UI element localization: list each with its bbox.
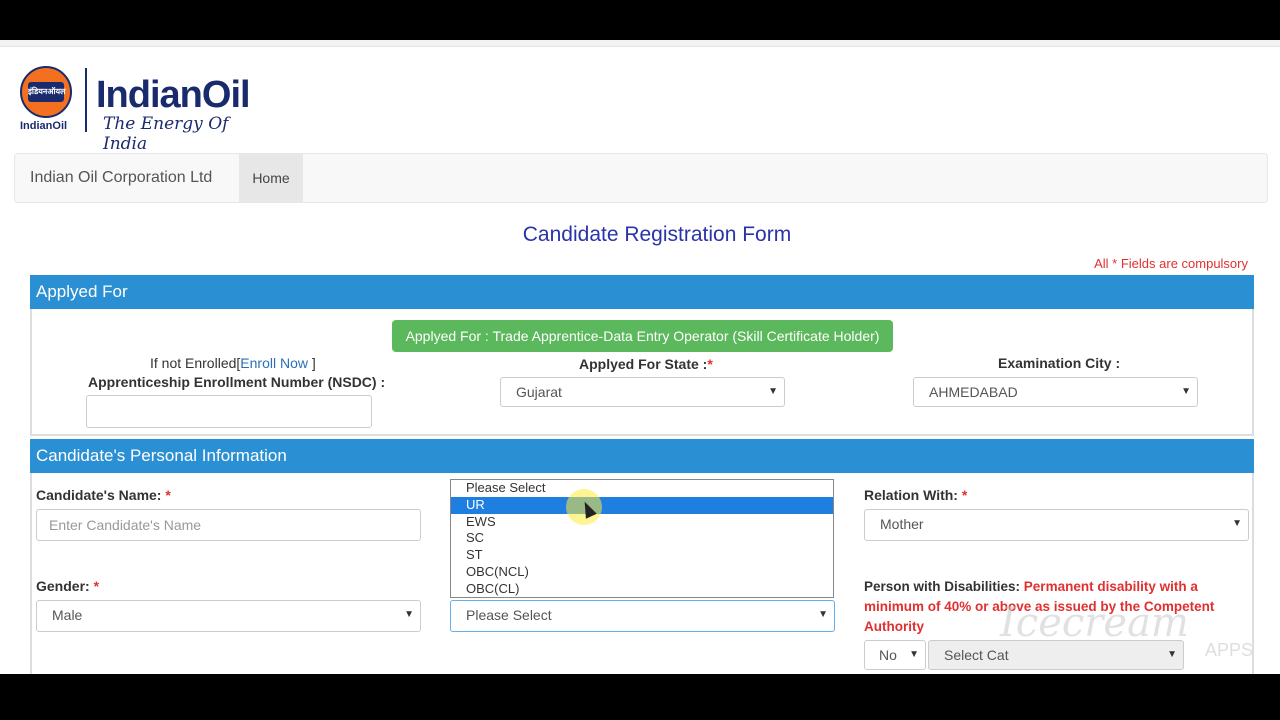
gender-value: Male [52,607,83,623]
indianoil-logo[interactable]: इंडियनऑयल IndianOil IndianOil The Energy… [18,64,268,154]
chevron-down-icon: ▼ [768,386,778,397]
chevron-down-icon: ▼ [909,649,919,660]
watermark-text: Icecream [1000,600,1189,646]
logo-emblem-text: इंडियनऑयल [28,82,66,102]
required-mark: * [707,356,713,372]
applied-for-header: Applyed For [30,275,1254,309]
enroll-now-link[interactable]: Enroll Now [240,355,308,371]
disability-category-value: Select Cat [944,647,1009,663]
browser-page: इंडियनऑयल IndianOil IndianOil The Energy… [0,40,1280,674]
relation-label: Relation With: * [864,487,968,503]
category-dropdown-list[interactable]: Please Select UR EWS SC ST OBC(NCL) OBC(… [450,479,834,598]
category-option[interactable]: OBC(CL) [451,581,833,598]
logo-tagline: The Energy Of India [103,114,229,154]
disability-select[interactable]: No ▼ [864,640,926,670]
navbar: Indian Oil Corporation Ltd Home [14,153,1268,203]
state-select[interactable]: Gujarat ▼ [500,377,785,407]
required-mark: * [165,487,171,503]
category-option[interactable]: UR [451,496,833,514]
gender-select[interactable]: Male ▼ [36,600,421,632]
logo-small-text: IndianOil [20,120,68,132]
disability-value: No [879,647,897,663]
enroll-prompt: If not Enrolled[Enroll Now ] [150,355,316,371]
category-option[interactable]: OBC(NCL) [451,564,833,581]
applied-for-badge: Applyed For : Trade Apprentice-Data Entr… [392,320,893,352]
logo-brand-text: IndianOil [96,74,251,116]
enroll-suffix: ] [307,355,316,371]
required-mark: * [93,578,100,594]
state-label: Applyed For State :* [579,356,713,372]
page-title: Candidate Registration Form [522,223,792,246]
nav-brand-link[interactable]: Indian Oil Corporation Ltd [30,154,212,202]
category-select[interactable]: Please Select ▼ [450,600,835,632]
nsdc-input[interactable] [86,395,372,428]
candidate-name-input[interactable]: Enter Candidate's Name [36,509,421,541]
category-option[interactable]: Please Select [451,480,833,497]
relation-value: Mother [880,516,924,532]
nsdc-label: Apprenticeship Enrollment Number (NSDC) … [88,374,386,390]
compulsory-note: All * Fields are compulsory [1094,256,1248,271]
category-option[interactable]: SC [451,530,833,547]
watermark-sub: APPS [1205,640,1254,660]
chevron-down-icon: ▼ [404,609,414,620]
personal-info-header: Candidate's Personal Information [30,439,1254,473]
chevron-down-icon: ▼ [1181,386,1191,397]
state-value: Gujarat [516,384,562,400]
browser-top-strip [0,40,1280,47]
city-value: AHMEDABAD [929,384,1018,400]
category-option[interactable]: ST [451,547,833,564]
gender-label: Gender: * [36,578,100,594]
city-label: Examination City : [998,355,1121,371]
name-label: Candidate's Name: * [36,487,171,503]
nav-home-link[interactable]: Home [239,154,303,202]
relation-select[interactable]: Mother ▼ [864,509,1249,541]
category-option[interactable]: EWS [451,514,833,531]
required-mark: * [961,487,968,503]
enroll-prefix: If not Enrolled[ [150,355,241,371]
chevron-down-icon: ▼ [1232,518,1242,529]
logo-divider [85,68,87,132]
city-select[interactable]: AHMEDABAD ▼ [913,377,1198,407]
category-value: Please Select [466,607,552,623]
chevron-down-icon: ▼ [818,609,828,620]
logo-emblem-icon: इंडियनऑयल [20,66,72,118]
